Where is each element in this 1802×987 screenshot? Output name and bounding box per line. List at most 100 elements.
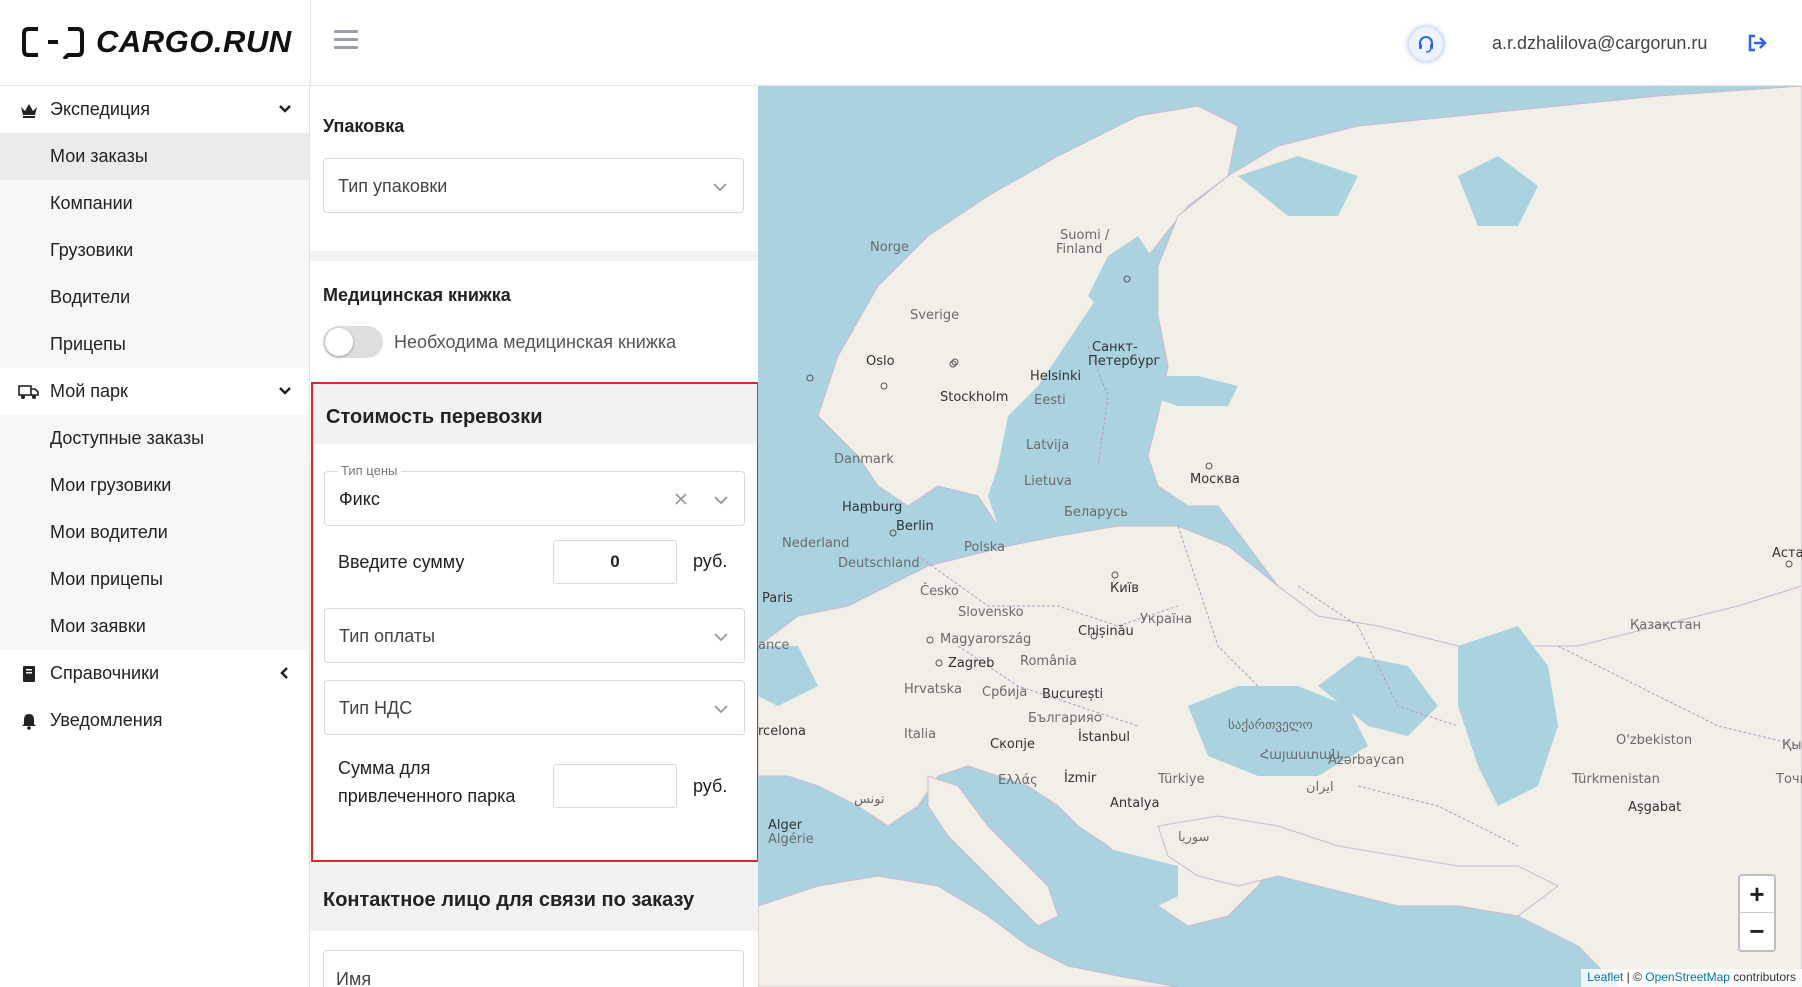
sidebar-item-companies[interactable]: Компании bbox=[0, 180, 309, 227]
map-label: Київ bbox=[1110, 581, 1139, 596]
transport-cost-title: Стоимость перевозки bbox=[326, 406, 543, 428]
map-label: O'zbekiston bbox=[1616, 733, 1693, 748]
chevron-down-icon bbox=[279, 105, 291, 113]
contact-name-input[interactable]: Имя bbox=[323, 950, 744, 987]
transport-cost-header: Стоимость перевозки bbox=[313, 384, 757, 444]
map-label: საქართველო bbox=[1228, 718, 1313, 733]
bell-icon bbox=[18, 710, 40, 732]
map-label: Қазақстан bbox=[1630, 618, 1702, 633]
map-label: Danmark bbox=[834, 452, 894, 467]
logout-icon[interactable] bbox=[1746, 32, 1768, 54]
sidebar-group-notifications[interactable]: Уведомления bbox=[0, 697, 309, 744]
map-label: București bbox=[1042, 687, 1104, 702]
chevron-down-icon bbox=[713, 183, 727, 192]
vat-type-select[interactable]: Тип НДС bbox=[324, 680, 745, 735]
map-label: ance bbox=[758, 638, 790, 653]
transport-cost-section: Стоимость перевозки Тип цены Фикс Введит… bbox=[311, 382, 758, 862]
map-label: Stockholm bbox=[940, 390, 1009, 405]
map-label: Беларусь bbox=[1064, 505, 1128, 520]
amount-unit: руб. bbox=[693, 551, 728, 571]
menu-toggle-button[interactable] bbox=[334, 30, 358, 54]
map-label: Москва bbox=[1190, 472, 1240, 487]
user-email[interactable]: a.r.dzhalilova@cargorun.ru bbox=[1492, 33, 1707, 54]
map-label: Norge bbox=[870, 240, 910, 255]
headset-icon bbox=[1419, 36, 1433, 53]
support-button[interactable] bbox=[1409, 27, 1443, 61]
sidebar-group-label: Экспедиция bbox=[50, 99, 151, 119]
chevron-down-icon bbox=[279, 387, 291, 395]
burger-line-icon bbox=[334, 30, 358, 33]
map-label: Србија bbox=[982, 685, 1028, 700]
payment-type-placeholder: Тип оплаты bbox=[339, 626, 436, 646]
sidebar-item-my-trucks[interactable]: Мои грузовики bbox=[0, 462, 309, 509]
map[interactable]: Norge Suomi / Finland Sverige Oslo Helsi… bbox=[758, 86, 1802, 987]
map-label: Berlin bbox=[896, 519, 934, 534]
map-label: Қы bbox=[1782, 738, 1802, 753]
map-label: Ελλάς bbox=[998, 773, 1038, 788]
price-type-label: Тип цены bbox=[337, 463, 402, 478]
packaging-type-select[interactable]: Тип упаковки bbox=[323, 158, 744, 213]
medical-book-toggle-label: Необходима медицинская книжка bbox=[394, 332, 677, 352]
payment-type-select[interactable]: Тип оплаты bbox=[324, 608, 745, 663]
contact-title: Контактное лицо для связи по заказу bbox=[323, 889, 695, 911]
sidebar-item-my-orders[interactable]: Мои заказы bbox=[0, 133, 309, 180]
map-label: Oslo bbox=[866, 354, 895, 369]
openstreetmap-link[interactable]: OpenStreetMap bbox=[1645, 970, 1730, 984]
sidebar-item-my-requests[interactable]: Мои заявки bbox=[0, 603, 309, 650]
book-icon bbox=[18, 663, 40, 685]
medical-book-toggle[interactable] bbox=[323, 326, 383, 358]
logo[interactable]: CARGO.RUN bbox=[22, 22, 292, 62]
leaflet-link[interactable]: Leaflet bbox=[1587, 970, 1623, 984]
map-label: Zagreb bbox=[948, 656, 995, 671]
map-label: Aşgabat bbox=[1628, 800, 1682, 815]
map-label: rcelona bbox=[758, 724, 806, 739]
map-label: Česko bbox=[920, 584, 959, 599]
map-label: ایران bbox=[1306, 780, 1334, 795]
map-label: Finland bbox=[1056, 242, 1103, 257]
map-label: Lietuva bbox=[1024, 474, 1072, 489]
map-label: Eesti bbox=[1034, 393, 1066, 408]
map-label: Астана bbox=[1772, 546, 1802, 561]
zoom-out-button[interactable]: − bbox=[1740, 913, 1774, 950]
sidebar-item-trailers[interactable]: Прицепы bbox=[0, 321, 309, 368]
map-label: Türkiye bbox=[1158, 772, 1205, 787]
sidebar-item-drivers[interactable]: Водители bbox=[0, 274, 309, 321]
amount-input[interactable] bbox=[553, 540, 677, 584]
map-label: Hamburg bbox=[842, 500, 903, 515]
fleet-amount-input[interactable] bbox=[553, 764, 677, 808]
sidebar-item-available-orders[interactable]: Доступные заказы bbox=[0, 415, 309, 462]
sidebar-group-references[interactable]: Справочники bbox=[0, 650, 309, 697]
fleet-amount-label-line1: Сумма для bbox=[338, 758, 431, 778]
clear-icon[interactable] bbox=[672, 490, 690, 508]
price-type-value: Фикс bbox=[339, 489, 380, 509]
attribution-tail: contributors bbox=[1729, 970, 1796, 984]
chevron-down-icon bbox=[714, 496, 728, 505]
packaging-type-placeholder: Тип упаковки bbox=[338, 176, 448, 196]
contact-header: Контактное лицо для связи по заказу bbox=[310, 871, 758, 931]
packaging-card: Упаковка Тип упаковки bbox=[310, 86, 758, 251]
sidebar-group-label: Уведомления bbox=[50, 710, 163, 730]
sidebar-group-expedition[interactable]: Экспедиция bbox=[0, 86, 309, 133]
map-label: Magyarország bbox=[940, 632, 1032, 647]
map-label: Санкт- bbox=[1092, 340, 1138, 355]
top-bar: CARGO.RUN a.r.dzhalilova@cargorun.ru bbox=[0, 0, 1802, 86]
map-label: Antalya bbox=[1110, 796, 1160, 811]
sidebar-item-my-trailers[interactable]: Мои прицепы bbox=[0, 556, 309, 603]
logo-mark-icon bbox=[22, 27, 84, 59]
sidebar-item-trucks[interactable]: Грузовики bbox=[0, 227, 309, 274]
price-type-select[interactable]: Тип цены Фикс bbox=[324, 463, 745, 526]
amount-label: Введите сумму bbox=[338, 552, 465, 572]
medical-title: Медицинская книжка bbox=[323, 285, 511, 305]
header-divider bbox=[310, 0, 311, 86]
map-label: Точи bbox=[1776, 772, 1802, 787]
map-land-icon bbox=[758, 86, 1802, 987]
map-label: Nederland bbox=[782, 536, 850, 551]
sidebar: Экспедиция Мои заказы Компании Грузовики… bbox=[0, 86, 310, 987]
map-attribution: Leaflet | © OpenStreetMap contributors bbox=[1581, 969, 1802, 987]
sidebar-item-my-drivers[interactable]: Мои водители bbox=[0, 509, 309, 556]
crown-icon bbox=[18, 99, 40, 121]
order-form-panel: Упаковка Тип упаковки Медицинская книжка… bbox=[310, 86, 758, 987]
map-label: سوريا bbox=[1178, 830, 1210, 845]
sidebar-group-my-fleet[interactable]: Мой парк bbox=[0, 368, 309, 415]
zoom-in-button[interactable]: + bbox=[1740, 876, 1774, 913]
